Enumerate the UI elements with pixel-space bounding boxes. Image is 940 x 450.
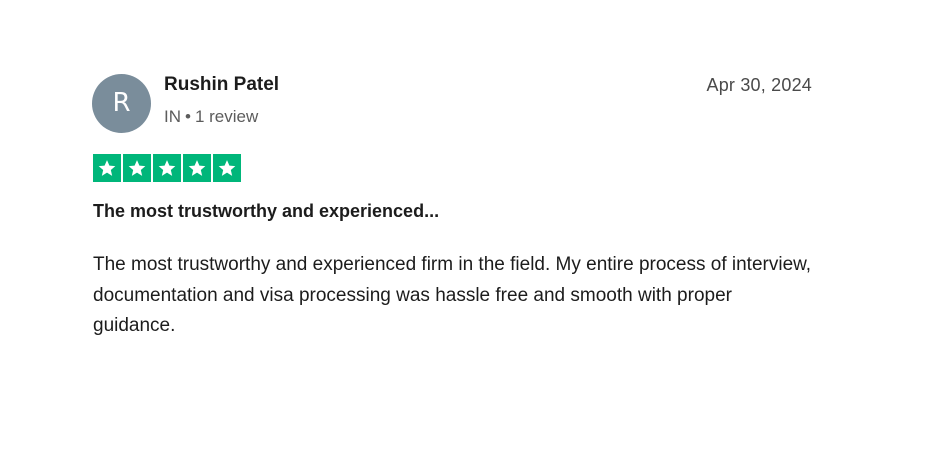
reviewer-review-count: 1 review bbox=[194, 107, 259, 126]
reviewer-country: IN bbox=[164, 107, 181, 126]
star-icon bbox=[158, 160, 176, 176]
avatar-initial: R bbox=[112, 88, 131, 118]
star-5 bbox=[213, 154, 241, 182]
avatar[interactable]: R bbox=[92, 74, 151, 133]
star-icon bbox=[128, 160, 146, 176]
star-2 bbox=[123, 154, 151, 182]
reviewer-meta: IN • 1 review bbox=[164, 107, 258, 127]
star-icon bbox=[98, 160, 116, 176]
review-title[interactable]: The most trustworthy and experienced... bbox=[93, 201, 439, 222]
star-4 bbox=[183, 154, 211, 182]
reviewer-name[interactable]: Rushin Patel bbox=[164, 74, 279, 96]
meta-separator: • bbox=[185, 107, 191, 126]
star-1 bbox=[93, 154, 121, 182]
star-3 bbox=[153, 154, 181, 182]
review-body: The most trustworthy and experienced fir… bbox=[93, 254, 812, 336]
review-date: Apr 30, 2024 bbox=[706, 75, 812, 95]
star-icon bbox=[188, 160, 206, 176]
star-rating bbox=[93, 154, 241, 182]
star-icon bbox=[218, 160, 236, 176]
review-card: R Rushin Patel IN • 1 review Apr 30, 2024 … bbox=[0, 0, 940, 450]
